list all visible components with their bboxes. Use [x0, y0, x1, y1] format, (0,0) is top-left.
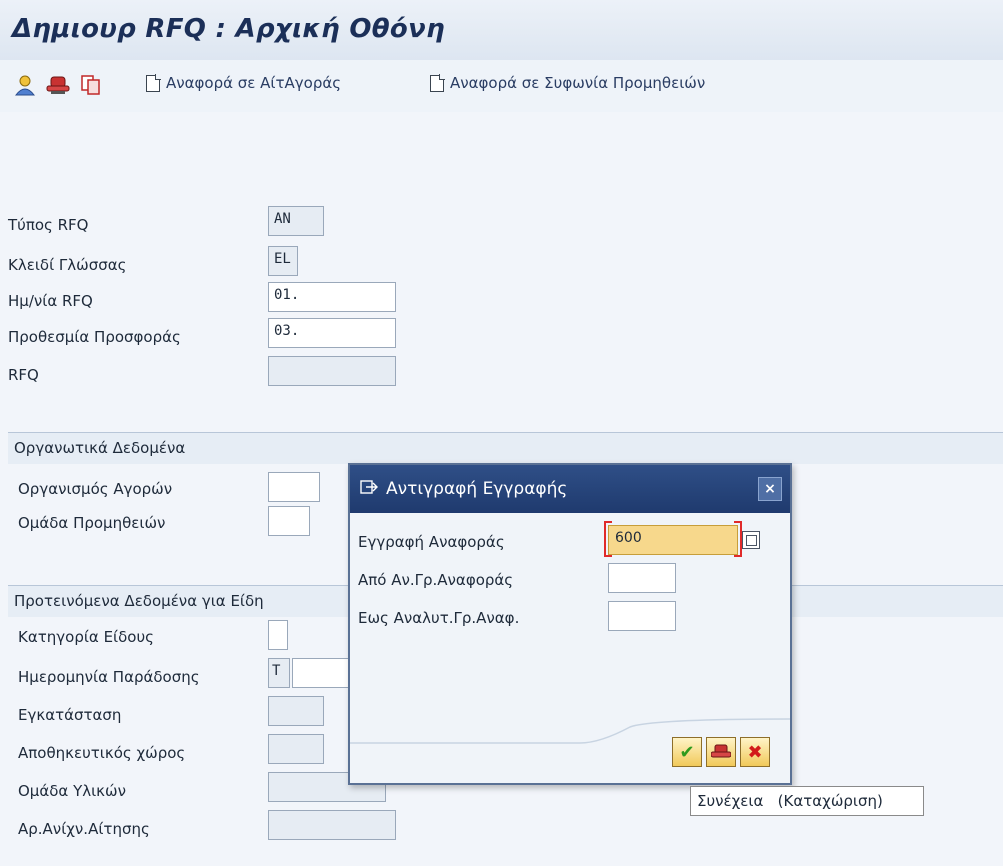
close-icon[interactable]: × [758, 477, 782, 501]
document-icon [430, 73, 445, 92]
dialog-title: Αντιγραφή Εγγραφής [386, 479, 568, 499]
to-item-field[interactable] [608, 601, 676, 631]
quotation-deadline-label: Προθεσμία Προσφοράς [8, 328, 181, 346]
purchasing-group-field[interactable] [268, 506, 310, 536]
dialog-title-bar: Αντιγραφή Εγγραφής × [350, 465, 790, 513]
storage-location-label: Αποθηκευτικός χώρος [18, 744, 186, 762]
application-toolbar: Αναφορά σε ΑίτΑγοράς Αναφορά σε Συφωνία … [0, 60, 1003, 112]
rfq-date-label: Ημ/νία RFQ [8, 292, 93, 310]
document-icon [146, 73, 161, 92]
copy-document-dialog: Αντιγραφή Εγγραφής × Εγγραφή Αναφοράς 60… [348, 463, 792, 785]
tooltip: Συνέχεια (Καταχώριση) [690, 786, 924, 816]
rfq-type-field: AN [268, 206, 324, 236]
from-item-field[interactable] [608, 563, 676, 593]
delivery-date-field[interactable] [292, 658, 350, 688]
language-key-label: Κλειδί Γλώσσας [8, 256, 127, 274]
storage-location-field[interactable] [268, 734, 324, 764]
copy-icon[interactable] [80, 74, 102, 96]
rfq-label: RFQ [8, 366, 39, 384]
focus-bracket-left [604, 521, 612, 557]
rfq-number-field [268, 356, 396, 386]
from-item-label: Από Αν.Γρ.Αναφοράς [358, 571, 514, 589]
item-category-field[interactable] [268, 620, 288, 650]
purchasing-org-field[interactable] [268, 472, 320, 502]
item-category-label: Κατηγορία Είδους [18, 628, 154, 646]
value-help-icon[interactable] [742, 531, 760, 549]
requirement-tracking-label: Αρ.Ανίχν.Αίτησης [18, 820, 150, 838]
requirement-tracking-field[interactable] [268, 810, 396, 840]
rfq-date-field[interactable]: 01. [268, 282, 396, 312]
page-title: Δημιουρ RFQ : Αρχική Οθόνη [12, 14, 445, 44]
copy-document-icon [360, 479, 378, 500]
reference-outline-agreement-button[interactable]: Αναφορά σε Συφωνία Προμηθειών [430, 73, 705, 92]
title-bar: Δημιουρ RFQ : Αρχική Οθόνη [0, 0, 1003, 60]
continue-button[interactable]: ✔ [672, 737, 702, 767]
delivery-date-label: Ημερομηνία Παράδοσης [18, 668, 200, 686]
material-group-label: Ομάδα Υλικών [18, 782, 126, 800]
quotation-deadline-field[interactable]: 03. [268, 318, 396, 348]
org-data-section-header: Οργανωτικά Δεδομένα [8, 432, 1003, 464]
delivery-date-type-field[interactable]: T [268, 658, 290, 688]
language-key-field: EL [268, 246, 298, 276]
to-item-label: Εως Αναλυτ.Γρ.Αναφ. [358, 609, 520, 627]
focus-bracket-right [734, 521, 742, 557]
person-icon[interactable] [14, 74, 36, 96]
reference-purchase-requisition-button[interactable]: Αναφορά σε ΑίτΑγοράς [146, 73, 341, 92]
hat-icon[interactable] [46, 74, 70, 96]
plant-label: Εγκατάσταση [18, 706, 122, 724]
plant-field[interactable] [268, 696, 324, 726]
purchasing-org-label: Οργανισμός Αγορών [18, 480, 173, 498]
rfq-type-label: Τύπος RFQ [8, 216, 89, 234]
reference-document-label: Εγγραφή Αναφοράς [358, 533, 505, 551]
hat-icon[interactable] [706, 737, 736, 767]
purchasing-group-label: Ομάδα Προμηθειών [18, 514, 166, 532]
reference-document-field[interactable]: 600 [608, 525, 738, 555]
cancel-button[interactable]: ✖ [740, 737, 770, 767]
